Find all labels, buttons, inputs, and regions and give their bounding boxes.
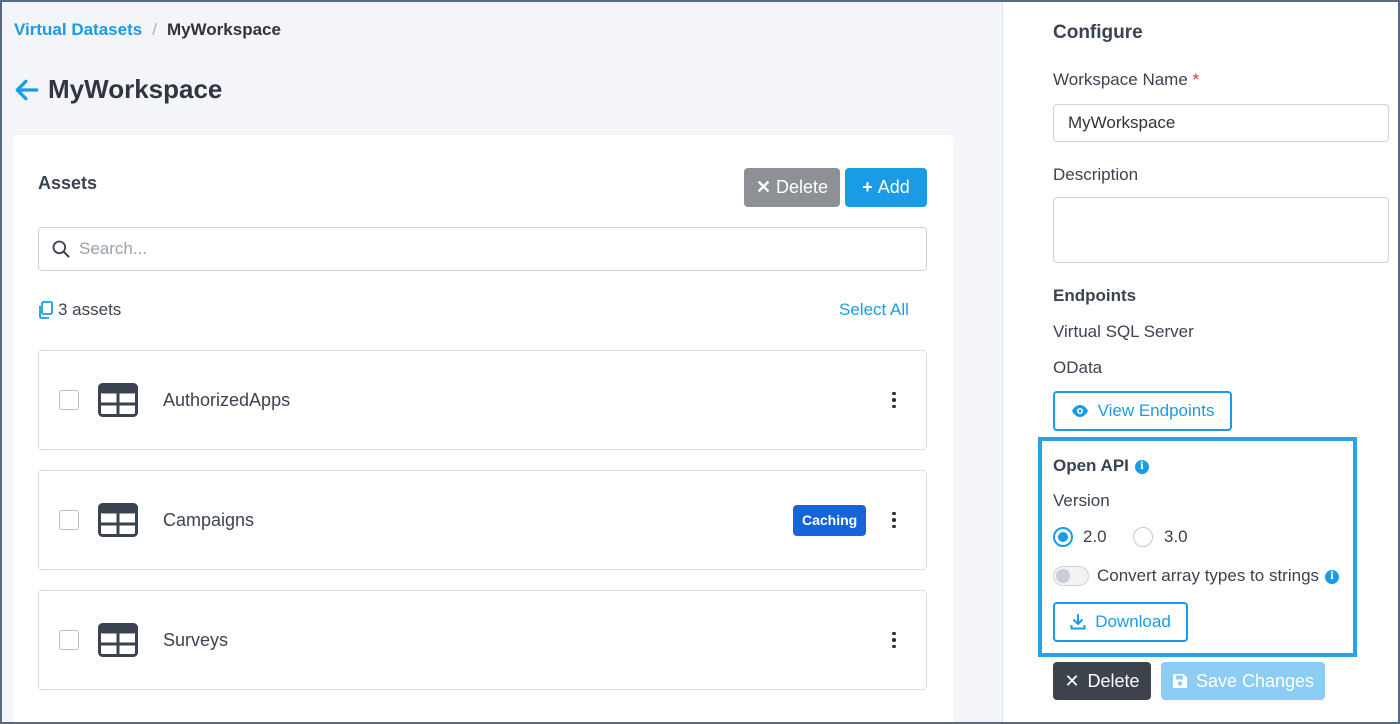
- copy-icon: [39, 301, 53, 319]
- description-input[interactable]: [1053, 197, 1389, 263]
- version-3-0-label: 3.0: [1164, 527, 1188, 546]
- add-asset-label: Add: [877, 177, 910, 197]
- close-icon: ✕: [755, 177, 772, 197]
- eye-icon: [1071, 405, 1088, 417]
- configure-panel: Configure Workspace Name * Description E…: [1002, 2, 1398, 722]
- version-radio-2-0[interactable]: [1053, 527, 1073, 547]
- delete-workspace-label: Delete: [1087, 670, 1140, 691]
- search-box: [38, 227, 927, 271]
- delete-assets-label: Delete: [776, 177, 829, 197]
- table-icon: [98, 383, 138, 417]
- asset-name: Campaigns: [163, 509, 255, 530]
- kebab-icon[interactable]: [887, 388, 901, 412]
- assets-card: Assets ✕ Delete + Add 3 assets Select Al…: [13, 135, 953, 724]
- open-api-title-text: Open API: [1053, 456, 1129, 475]
- add-asset-button[interactable]: + Add: [845, 168, 927, 207]
- asset-name: Surveys: [163, 629, 229, 650]
- arrow-left-icon[interactable]: [14, 77, 40, 103]
- kebab-icon[interactable]: [887, 508, 901, 532]
- assets-title: Assets: [38, 173, 98, 193]
- title-row: MyWorkspace: [14, 74, 222, 105]
- breadcrumb-separator: /: [152, 20, 157, 39]
- asset-checkbox[interactable]: [59, 630, 79, 650]
- version-label: Version: [1053, 491, 1110, 510]
- download-button[interactable]: Download: [1053, 602, 1188, 642]
- close-icon: ✕: [1064, 670, 1080, 691]
- endpoint-virtual-sql-server: Virtual SQL Server: [1053, 322, 1194, 341]
- asset-row[interactable]: Surveys: [38, 590, 927, 690]
- info-icon[interactable]: i: [1325, 569, 1340, 584]
- asset-count: 3 assets: [38, 300, 121, 320]
- breadcrumb: Virtual Datasets / MyWorkspace: [14, 20, 281, 40]
- workspace-name-input[interactable]: [1053, 104, 1389, 142]
- delete-assets-button[interactable]: ✕ Delete: [744, 168, 840, 207]
- caching-badge: Caching: [793, 504, 867, 536]
- asset-count-label: 3 assets: [58, 300, 122, 319]
- plus-icon: +: [862, 177, 873, 197]
- info-icon[interactable]: i: [1134, 459, 1149, 474]
- view-endpoints-button[interactable]: View Endpoints: [1053, 391, 1232, 431]
- asset-name: AuthorizedApps: [163, 389, 291, 410]
- open-api-title: Open API i: [1053, 456, 1149, 476]
- workspace-main: Virtual Datasets / MyWorkspace MyWorkspa…: [2, 2, 1002, 724]
- breadcrumb-current: MyWorkspace: [166, 20, 281, 39]
- view-endpoints-label: View Endpoints: [1097, 401, 1215, 420]
- endpoints-label: Endpoints: [1053, 286, 1137, 305]
- asset-row[interactable]: Campaigns Caching: [38, 470, 927, 570]
- description-label: Description: [1053, 165, 1139, 184]
- asset-row[interactable]: AuthorizedApps: [38, 350, 927, 450]
- table-icon: [98, 503, 138, 537]
- workspace-name-label: Workspace Name *: [1053, 70, 1199, 90]
- configure-title: Configure: [1053, 22, 1143, 43]
- select-all-link[interactable]: Select All: [839, 300, 909, 320]
- version-2-0-label: 2.0: [1083, 527, 1107, 546]
- endpoint-odata: OData: [1053, 358, 1103, 377]
- delete-workspace-button[interactable]: ✕ Delete: [1053, 662, 1151, 700]
- table-icon: [98, 623, 138, 657]
- convert-array-label-text: Convert array types to strings: [1097, 566, 1320, 585]
- download-icon: [1070, 614, 1086, 630]
- asset-checkbox[interactable]: [59, 510, 79, 530]
- save-icon: [1172, 674, 1187, 688]
- search-input[interactable]: [79, 239, 926, 259]
- save-changes-label: Save Changes: [1195, 670, 1315, 691]
- version-radio-3-0[interactable]: [1133, 527, 1153, 547]
- required-mark: *: [1192, 70, 1200, 89]
- page-title: MyWorkspace: [48, 74, 223, 104]
- asset-checkbox[interactable]: [59, 390, 79, 410]
- convert-array-toggle[interactable]: [1053, 566, 1089, 586]
- search-icon: [52, 240, 70, 258]
- kebab-icon[interactable]: [887, 628, 901, 652]
- save-changes-button[interactable]: Save Changes: [1161, 662, 1325, 700]
- breadcrumb-link-virtual-datasets[interactable]: Virtual Datasets: [14, 20, 142, 40]
- convert-array-label: Convert array types to strings i: [1097, 566, 1340, 586]
- workspace-name-label-text: Workspace Name: [1053, 70, 1188, 89]
- download-label: Download: [1095, 612, 1171, 631]
